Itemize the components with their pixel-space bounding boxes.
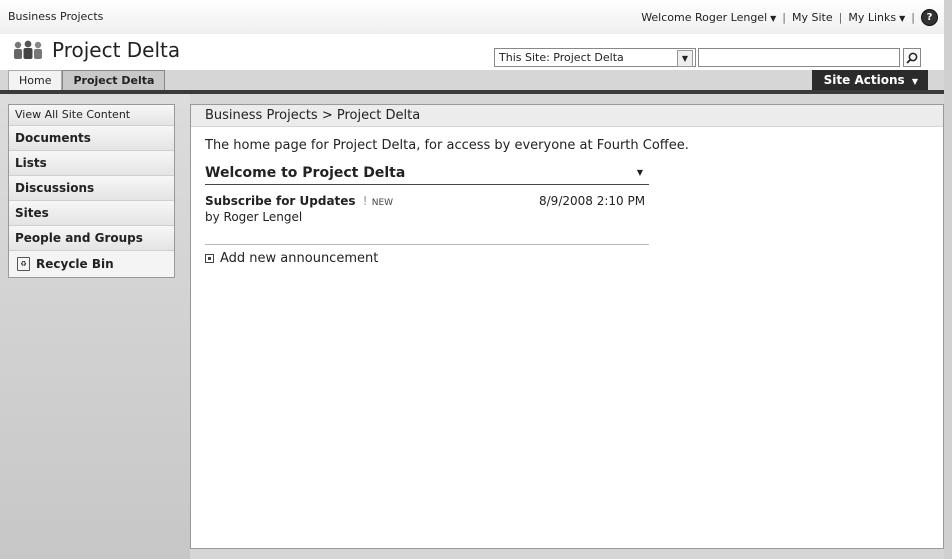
quick-launch: View All Site Content Documents Lists Di… bbox=[8, 104, 175, 278]
search-scope-value: This Site: Project Delta bbox=[499, 51, 624, 64]
top-nav-tabs: Home Project Delta bbox=[8, 70, 166, 90]
chevron-down-icon: ▼ bbox=[677, 50, 693, 67]
welcome-menu[interactable]: Welcome Roger Lengel ▼ bbox=[641, 11, 776, 24]
my-site-link[interactable]: My Site bbox=[792, 11, 833, 24]
chevron-down-icon[interactable]: ▼ bbox=[637, 162, 643, 184]
view-all-site-content-link[interactable]: View All Site Content bbox=[9, 105, 174, 126]
web-part-title-link[interactable]: Welcome to Project Delta bbox=[205, 165, 405, 181]
separator: | bbox=[838, 11, 843, 24]
announcement-date: 8/9/2008 2:10 PM bbox=[539, 194, 646, 208]
search-scope-select[interactable]: This Site: Project Delta ▼ bbox=[494, 48, 696, 67]
quick-launch-lists[interactable]: Lists bbox=[9, 151, 174, 176]
main-content: Business Projects > Project Delta The ho… bbox=[190, 104, 944, 549]
chevron-down-icon: ▼ bbox=[770, 14, 777, 23]
quick-launch-people-and-groups[interactable]: People and Groups bbox=[9, 226, 174, 251]
search-input[interactable] bbox=[698, 48, 900, 67]
site-title[interactable]: Project Delta bbox=[52, 38, 180, 62]
site-actions-menu[interactable]: Site Actions ▼ bbox=[812, 70, 928, 90]
people-group-icon bbox=[14, 40, 42, 59]
my-links-menu[interactable]: My Links ▼ bbox=[848, 11, 905, 24]
welcome-label: Welcome Roger Lengel bbox=[641, 11, 768, 24]
separator: | bbox=[911, 11, 915, 24]
quick-launch-discussions[interactable]: Discussions bbox=[9, 176, 174, 201]
help-icon[interactable]: ? bbox=[921, 9, 938, 26]
search-button[interactable] bbox=[903, 48, 921, 67]
site-actions-label: Site Actions bbox=[823, 73, 905, 87]
announcement-link[interactable]: Subscribe for Updates bbox=[205, 194, 356, 208]
divider bbox=[205, 244, 649, 245]
quick-launch-documents[interactable]: Documents bbox=[9, 126, 174, 151]
tab-project-delta[interactable]: Project Delta bbox=[62, 70, 166, 90]
page-breadcrumb[interactable]: Business Projects > Project Delta bbox=[191, 105, 943, 127]
recycle-bin-link[interactable]: ♻ Recycle Bin bbox=[9, 251, 174, 277]
quick-launch-sites[interactable]: Sites bbox=[9, 201, 174, 226]
global-breadcrumb-link[interactable]: Business Projects bbox=[8, 10, 103, 23]
separator: | bbox=[782, 11, 787, 24]
square-bullet-icon bbox=[205, 254, 214, 263]
magnifier-icon bbox=[906, 52, 918, 64]
web-part-title: Welcome to Project Delta ▼ bbox=[205, 162, 649, 185]
my-links-label: My Links bbox=[848, 11, 897, 24]
chevron-down-icon: ▼ bbox=[911, 77, 918, 86]
tab-home[interactable]: Home bbox=[8, 70, 63, 90]
priority-icon: ! bbox=[362, 194, 368, 208]
announcement-author: by Roger Lengel bbox=[205, 210, 303, 224]
global-top-bar: Business Projects Welcome Roger Lengel ▼ … bbox=[0, 0, 952, 35]
chevron-down-icon: ▼ bbox=[899, 14, 906, 23]
new-badge: NEW bbox=[371, 198, 394, 208]
add-new-announcement-label: Add new announcement bbox=[220, 251, 379, 266]
recycle-bin-label: Recycle Bin bbox=[36, 257, 114, 271]
user-area: Welcome Roger Lengel ▼ | My Site | My Lin… bbox=[641, 9, 938, 26]
add-new-announcement-link[interactable]: Add new announcement bbox=[205, 251, 378, 266]
announcement-title: Subscribe for Updates ! NEW bbox=[205, 194, 393, 208]
recycle-bin-icon: ♻ bbox=[17, 257, 30, 271]
vertical-scrollbar[interactable] bbox=[944, 0, 952, 559]
site-description: The home page for Project Delta, for acc… bbox=[205, 138, 689, 153]
